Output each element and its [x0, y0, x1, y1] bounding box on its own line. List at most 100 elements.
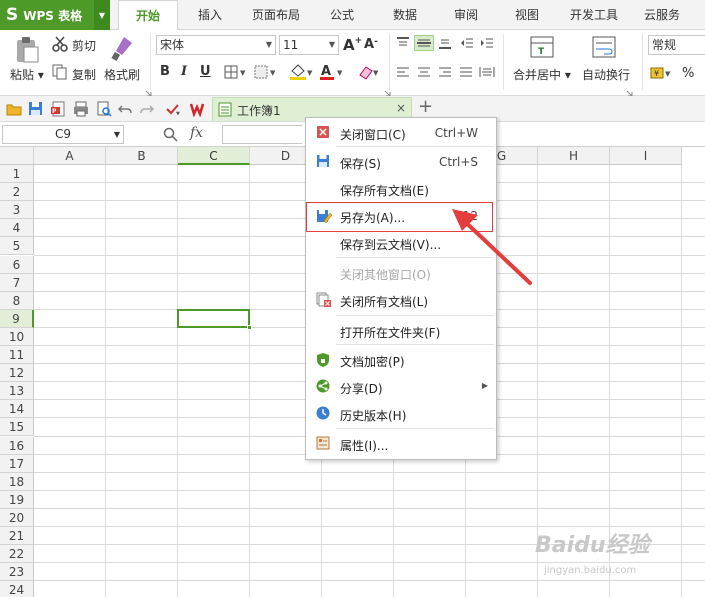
column-header[interactable]: C	[178, 147, 250, 165]
merge-center-button[interactable]: 合并居中 ▾	[513, 66, 571, 83]
font-color-icon[interactable]: A ▼	[318, 63, 344, 84]
currency-icon[interactable]: ¥ ▼	[650, 65, 676, 84]
row-header[interactable]: 16	[0, 436, 34, 455]
cell-style-icon[interactable]: ▼	[254, 65, 278, 82]
print-preview-icon[interactable]	[96, 101, 112, 120]
fill-color-icon[interactable]: ▼	[288, 63, 314, 84]
align-middle-icon[interactable]	[414, 35, 434, 51]
cut-button[interactable]: 剪切	[72, 37, 96, 54]
row-header[interactable]: 7	[0, 273, 34, 292]
row-header[interactable]: 24	[0, 581, 34, 597]
increase-indent-icon[interactable]	[480, 37, 494, 52]
wrap-text-button[interactable]: 自动换行	[582, 66, 630, 83]
row-header[interactable]: 17	[0, 454, 34, 473]
tab-formulas[interactable]: 公式	[318, 0, 366, 30]
row-header[interactable]: 1	[0, 165, 34, 183]
row-header[interactable]: 21	[0, 527, 34, 545]
row-header[interactable]: 10	[0, 327, 34, 346]
row-header[interactable]: 19	[0, 490, 34, 509]
align-left-icon[interactable]	[396, 66, 410, 81]
clear-format-icon[interactable]: ▼	[356, 63, 380, 84]
fill-handle[interactable]	[247, 324, 252, 330]
menu-item[interactable]: 关闭窗口(C) Ctrl+W	[306, 120, 496, 146]
decrease-indent-icon[interactable]	[460, 37, 474, 52]
menu-item[interactable]: 分享(D) ▶	[306, 374, 496, 400]
row-header[interactable]: 4	[0, 219, 34, 238]
row-header[interactable]: 6	[0, 255, 34, 274]
copy-icon[interactable]	[52, 64, 68, 83]
paste-button[interactable]: 粘贴 ▾	[10, 66, 44, 83]
row-header[interactable]: 23	[0, 563, 34, 582]
app-menu-button[interactable]: S WPS 表格 ▼	[0, 0, 110, 30]
row-header[interactable]: 9	[0, 309, 34, 328]
column-header[interactable]: I	[610, 147, 682, 165]
row-header[interactable]: 22	[0, 545, 34, 564]
format-painter-button[interactable]: 格式刷	[104, 66, 140, 83]
row-header[interactable]: 15	[0, 418, 34, 437]
print-icon[interactable]	[73, 101, 89, 120]
tab-data[interactable]: 数据	[381, 0, 429, 30]
font-name-select[interactable]: 宋体 ▼	[156, 35, 276, 55]
wrap-text-icon[interactable]	[592, 35, 616, 62]
percent-button[interactable]: %	[682, 66, 694, 81]
row-header[interactable]: 20	[0, 508, 34, 527]
paste-icon[interactable]	[14, 36, 40, 67]
align-top-icon[interactable]	[396, 37, 410, 52]
tab-insert[interactable]: 插入	[186, 0, 234, 30]
chevron-down-icon[interactable]: ▼	[94, 0, 110, 30]
redo-icon[interactable]	[140, 102, 155, 119]
insert-function-button[interactable]: fx	[190, 125, 203, 141]
align-right-icon[interactable]	[438, 66, 452, 81]
undo-icon[interactable]	[117, 102, 132, 119]
save-icon[interactable]	[28, 101, 43, 119]
row-header[interactable]: 11	[0, 346, 34, 364]
column-header[interactable]: B	[106, 147, 178, 165]
align-bottom-icon[interactable]	[438, 37, 452, 52]
tab-developer[interactable]: 开发工具	[564, 0, 624, 30]
active-cell[interactable]	[177, 308, 252, 330]
border-icon[interactable]: ▼	[224, 65, 248, 82]
export-pdf-icon[interactable]: P	[50, 101, 66, 120]
justify-icon[interactable]	[459, 66, 473, 81]
decrease-font-button[interactable]: A-	[364, 37, 378, 52]
row-header[interactable]: 14	[0, 400, 34, 419]
close-tab-icon[interactable]: ×	[396, 101, 406, 115]
tab-review[interactable]: 审阅	[442, 0, 490, 30]
scissors-icon[interactable]	[52, 36, 68, 55]
row-header[interactable]: 3	[0, 201, 34, 220]
number-format-select[interactable]: 常规	[648, 35, 705, 55]
italic-button[interactable]: I	[181, 64, 187, 79]
menu-item[interactable]: 文档加密(P)	[306, 347, 496, 373]
distributed-align-icon[interactable]	[479, 66, 495, 81]
column-header[interactable]: H	[538, 147, 610, 165]
row-header[interactable]: 2	[0, 183, 34, 202]
row-header[interactable]: 13	[0, 382, 34, 401]
tab-page-layout[interactable]: 页面布局	[245, 0, 307, 30]
bold-button[interactable]: B	[160, 64, 170, 79]
column-header[interactable]: A	[34, 147, 106, 165]
open-folder-icon[interactable]	[6, 102, 22, 119]
font-size-select[interactable]: 11 ▼	[279, 35, 339, 55]
tab-cloud[interactable]: 云服务	[636, 0, 688, 30]
row-header[interactable]: 5	[0, 237, 34, 256]
new-tab-button[interactable]: +	[418, 96, 433, 117]
zoom-icon[interactable]	[163, 127, 179, 146]
align-center-icon[interactable]	[417, 66, 431, 81]
row-header[interactable]: 8	[0, 291, 34, 310]
menu-item[interactable]: 打开所在文件夹(F)	[306, 318, 496, 344]
format-painter-icon[interactable]	[110, 35, 134, 64]
menu-item[interactable]: 历史版本(H)	[306, 401, 496, 427]
name-box[interactable]: C9 ▼	[2, 125, 124, 144]
customize-toolbar-icon[interactable]: ▼	[166, 103, 180, 118]
tab-home[interactable]: 开始	[118, 0, 178, 31]
underline-button[interactable]: U	[200, 64, 211, 79]
wps-home-icon[interactable]	[189, 101, 208, 120]
increase-font-button[interactable]: A+	[343, 36, 362, 54]
menu-item[interactable]: 属性(I)...	[306, 431, 496, 457]
copy-button[interactable]: 复制	[72, 66, 96, 83]
tab-view[interactable]: 视图	[503, 0, 551, 30]
merge-center-icon[interactable]: T	[530, 35, 554, 62]
select-all-corner[interactable]	[0, 147, 34, 165]
menu-item[interactable]: 保存(S) Ctrl+S	[306, 149, 496, 175]
row-header[interactable]: 18	[0, 472, 34, 491]
